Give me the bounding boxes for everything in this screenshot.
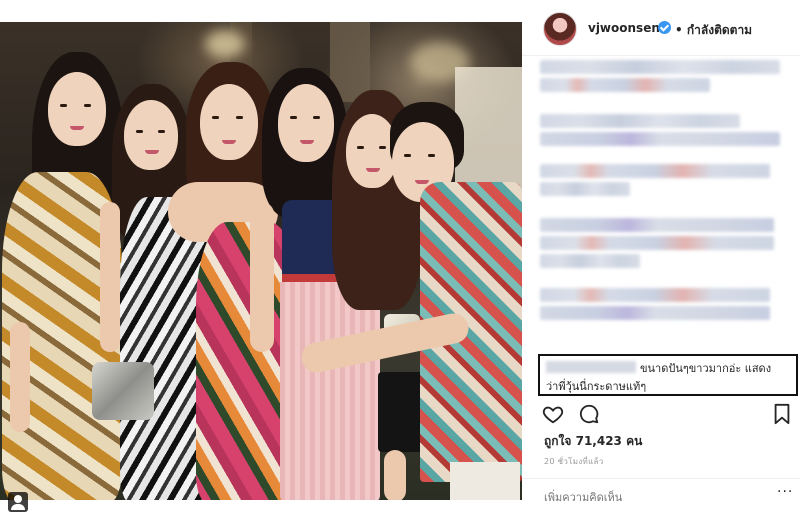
highlighted-comment: ขนาดปันๆขาวมากอ่ะ แสดง ว่าพี่วุ้นนี่กระด… (538, 354, 798, 396)
pleated-skirt (280, 282, 380, 500)
blurred-comment (540, 78, 710, 92)
blurred-commenter-name (546, 361, 636, 373)
bookmark-icon[interactable] (772, 403, 794, 425)
user-tag-icon[interactable] (8, 492, 28, 512)
comment-list (540, 58, 785, 320)
username-link[interactable]: vjwoonsen (588, 21, 660, 35)
post-timestamp: 20 ชั่วโมงที่แล้ว (544, 457, 604, 466)
post-sidebar: vjwoonsen • กำลังติดตาม ถูกใจ 71,423 คน … (522, 0, 800, 518)
verified-badge-icon (658, 21, 671, 34)
blurred-comment (540, 164, 770, 178)
blurred-comment (540, 60, 780, 74)
likes-count[interactable]: ถูกใจ 71,423 คน (544, 432, 642, 451)
heart-outline-icon[interactable] (542, 403, 564, 425)
avatar[interactable] (543, 12, 577, 46)
blurred-comment (540, 254, 640, 268)
blurred-comment (540, 306, 770, 320)
comment-text-line-1: ขนาดปันๆขาวมากอ่ะ แสดง (640, 362, 772, 375)
handbag (92, 362, 154, 420)
background-light (205, 30, 245, 58)
divider (522, 478, 800, 479)
blurred-comment (540, 236, 774, 250)
blurred-comment (540, 114, 740, 128)
following-status[interactable]: • กำลังติดตาม (675, 21, 752, 40)
comment-text-line-2: ว่าพี่วุ้นนี่กระดาษแท้ๆ (546, 380, 647, 393)
blurred-comment (540, 132, 780, 146)
blurred-comment (540, 218, 774, 232)
post-actions (542, 403, 790, 425)
speech-bubble-icon[interactable] (578, 403, 600, 425)
blurred-comment (540, 288, 770, 302)
more-options-icon[interactable]: ··· (777, 484, 793, 500)
add-comment-input[interactable] (544, 488, 784, 506)
post-photo[interactable] (0, 22, 522, 500)
white-pants (450, 462, 520, 500)
post-header: vjwoonsen • กำลังติดตาม (522, 0, 800, 56)
blurred-comment (540, 182, 630, 196)
